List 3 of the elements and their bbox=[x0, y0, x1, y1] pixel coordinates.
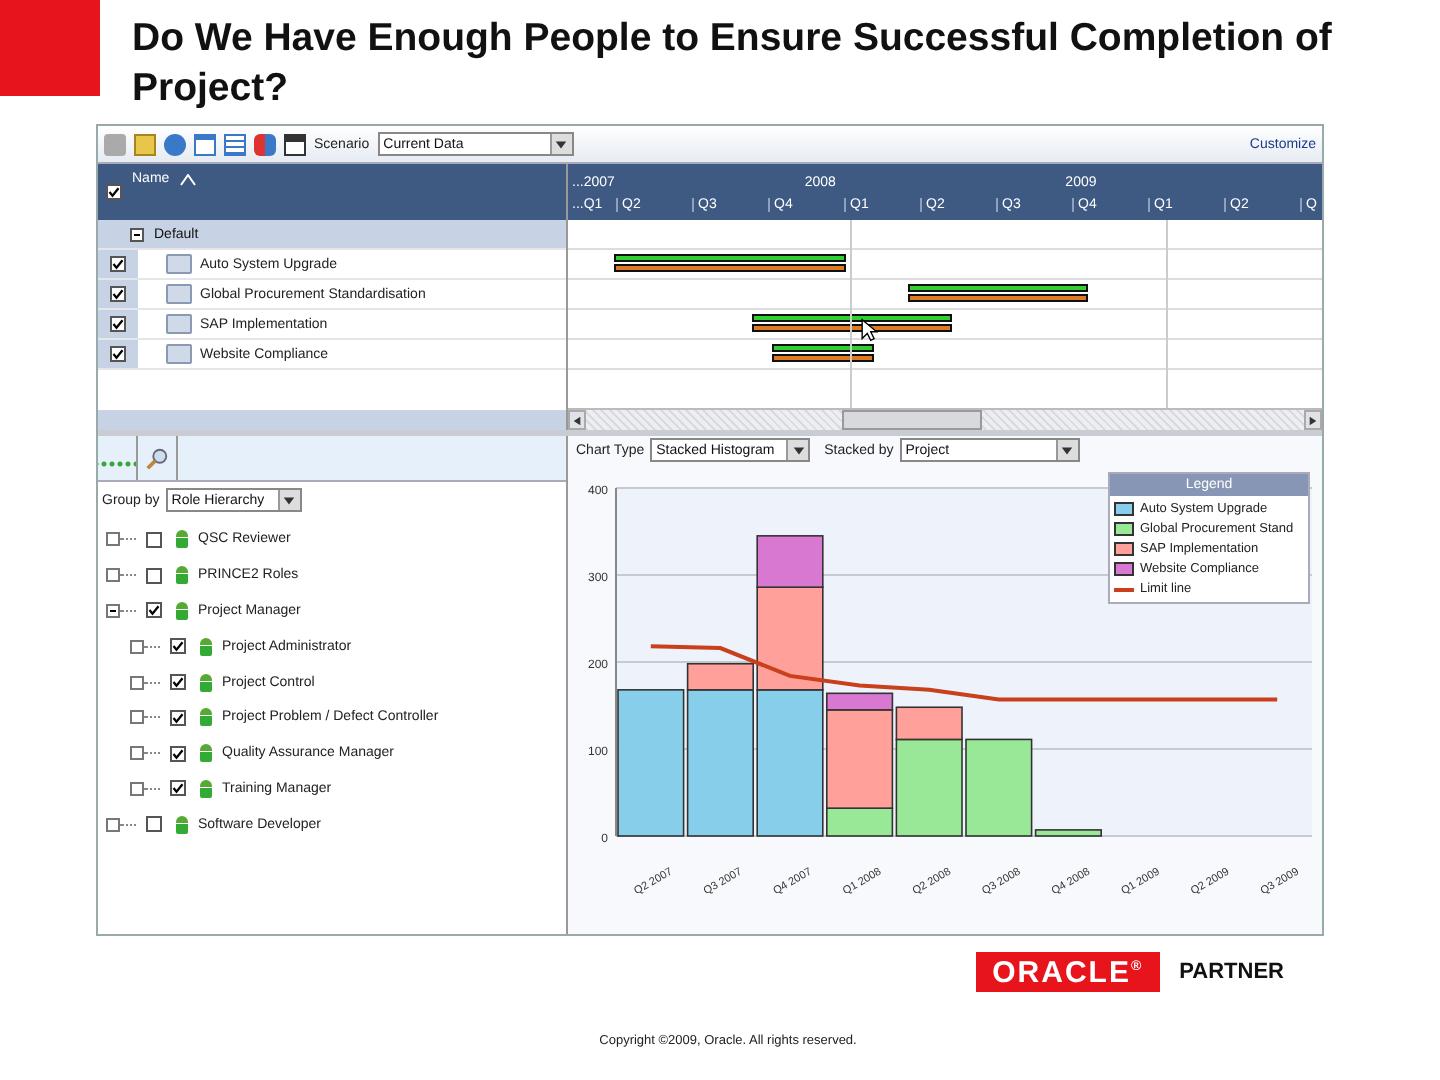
partner-label: PARTNER bbox=[1179, 960, 1284, 984]
slide-title: Do We Have Enough People to Ensure Successful Completion of Project? bbox=[130, 14, 1334, 114]
oracle-logo: ORACLE$^{®}$ bbox=[976, 952, 1160, 992]
